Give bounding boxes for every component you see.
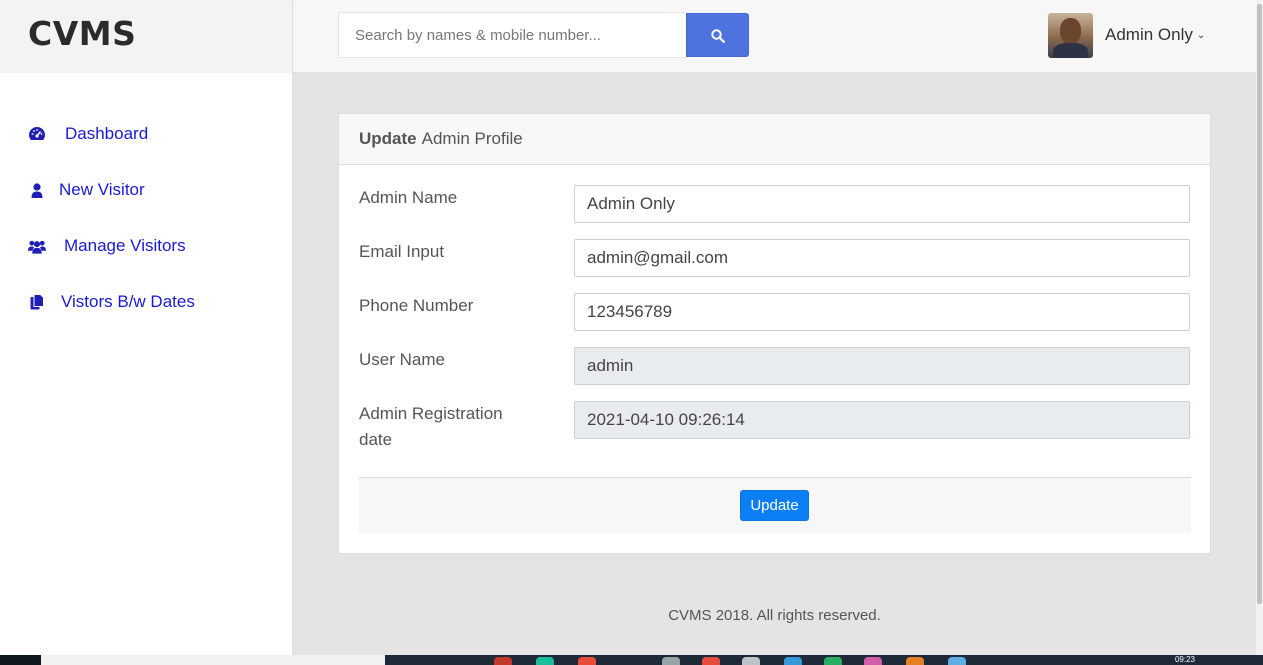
search-button[interactable] xyxy=(686,13,749,57)
user-icon xyxy=(28,182,46,198)
scrollbar-thumb[interactable] xyxy=(1257,4,1262,604)
taskbar-clock[interactable]: 09:23 xyxy=(1160,655,1210,665)
app-icon[interactable] xyxy=(578,657,596,665)
registration-date-label: Admin Registration date xyxy=(359,404,503,449)
copyright-footer: CVMS 2018. All rights reserved. xyxy=(668,607,881,624)
search-bar xyxy=(338,12,750,58)
sidebar-item-visitors-between-dates[interactable]: Vistors B/w Dates xyxy=(28,290,195,314)
card-header: Update Admin Profile xyxy=(339,114,1210,165)
admin-name-field[interactable] xyxy=(574,185,1190,223)
users-icon xyxy=(28,239,46,254)
taskbar-search[interactable] xyxy=(41,655,385,665)
search-icon xyxy=(711,29,725,43)
avatar[interactable] xyxy=(1048,12,1093,58)
start-button[interactable] xyxy=(0,655,41,665)
brand-logo[interactable]: CVMS xyxy=(28,14,136,53)
app-icon[interactable] xyxy=(536,657,554,665)
registration-date-field xyxy=(574,401,1190,439)
update-profile-card: Update Admin Profile Admin Name Email In… xyxy=(338,113,1211,554)
sidebar-item-label: Vistors B/w Dates xyxy=(61,292,195,311)
search-input[interactable] xyxy=(338,12,686,58)
card-title: Admin Profile xyxy=(421,129,523,148)
sidebar: Dashboard New Visitor Manage Visitors Vi… xyxy=(0,73,293,655)
phone-label: Phone Number xyxy=(359,296,474,315)
app-icon[interactable] xyxy=(662,657,680,665)
username-field xyxy=(574,347,1190,385)
sidebar-item-manage-visitors[interactable]: Manage Visitors xyxy=(28,234,186,258)
app-icon[interactable] xyxy=(864,657,882,665)
card-title-bold: Update xyxy=(359,129,417,148)
sidebar-item-label: Dashboard xyxy=(65,124,149,143)
admin-name-label: Admin Name xyxy=(359,188,458,207)
user-menu[interactable]: Admin Only ⌄ xyxy=(1048,12,1205,58)
email-field[interactable] xyxy=(574,239,1190,277)
top-header: CVMS Admin Only ⌄ xyxy=(0,0,1256,73)
email-label: Email Input xyxy=(359,242,445,261)
dashboard-icon xyxy=(28,126,46,142)
app-icon[interactable] xyxy=(824,657,842,665)
sidebar-item-label: Manage Visitors xyxy=(64,236,186,255)
scrollbar[interactable] xyxy=(1256,0,1263,655)
user-name[interactable]: Admin Only xyxy=(1105,25,1193,45)
update-button[interactable]: Update xyxy=(740,490,809,521)
sidebar-item-dashboard[interactable]: Dashboard xyxy=(28,122,148,146)
card-footer: Update xyxy=(359,477,1191,533)
username-label: User Name xyxy=(359,350,445,369)
app-icon[interactable] xyxy=(948,657,966,665)
copy-icon xyxy=(28,294,46,310)
app-icon[interactable] xyxy=(906,657,924,665)
app-icon[interactable] xyxy=(702,657,720,665)
taskbar: 09:23 xyxy=(0,655,1263,665)
app-icon[interactable] xyxy=(784,657,802,665)
app-icon[interactable] xyxy=(742,657,760,665)
chevron-down-icon[interactable]: ⌄ xyxy=(1197,30,1205,41)
app-icon[interactable] xyxy=(494,657,512,665)
phone-field[interactable] xyxy=(574,293,1190,331)
sidebar-item-label: New Visitor xyxy=(59,180,145,199)
brand-area: CVMS xyxy=(0,0,293,73)
sidebar-item-new-visitor[interactable]: New Visitor xyxy=(28,178,145,202)
